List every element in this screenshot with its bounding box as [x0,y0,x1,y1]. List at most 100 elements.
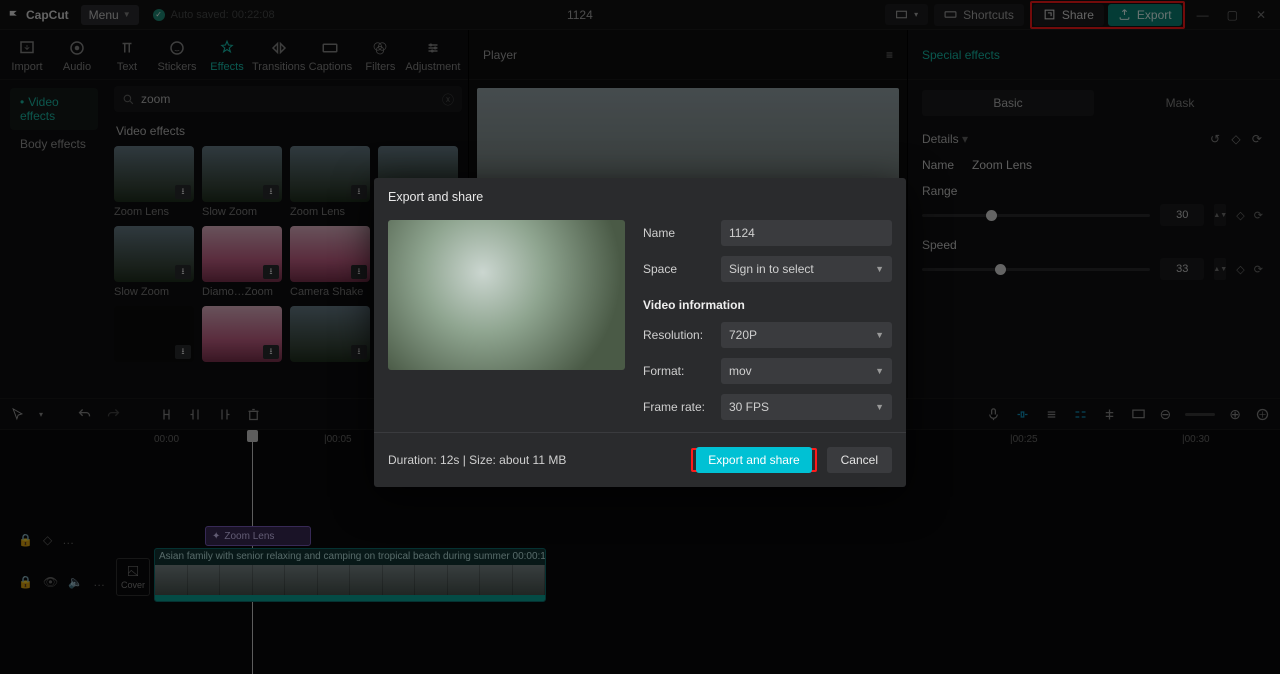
track-tool-1-icon[interactable] [1015,407,1030,422]
trim-left-icon[interactable] [188,407,203,422]
export-button[interactable]: Export [1108,4,1182,26]
effect-card[interactable]: ⭳Zoom Lens [114,146,194,218]
split-icon[interactable] [159,407,174,422]
cat-captions[interactable]: Captions [305,39,355,73]
effect-thumbnail[interactable]: ⭳ [290,226,370,282]
mute-icon[interactable]: 🔈 [68,575,83,589]
range-slider[interactable] [922,214,1150,217]
range-value[interactable]: 30 [1160,204,1204,226]
download-icon[interactable]: ⭳ [263,265,279,279]
zoom-slider[interactable] [1185,413,1215,416]
redo-icon[interactable] [106,407,121,422]
cat-stickers[interactable]: Stickers [152,39,202,73]
range-keyframe[interactable]: ◇ ⟳ [1236,209,1266,222]
download-icon[interactable]: ⭳ [351,185,367,199]
more-icon[interactable]: … [93,575,105,589]
range-stepper[interactable]: ▲▼ [1214,204,1226,226]
cat-import[interactable]: Import [2,39,52,73]
fit-icon[interactable] [1255,407,1270,422]
download-icon[interactable]: ⭳ [175,345,191,359]
effect-thumbnail[interactable]: ⭳ [202,226,282,282]
download-icon[interactable]: ⭳ [175,265,191,279]
tab-mask[interactable]: Mask [1094,90,1266,116]
track-tool-4-icon[interactable] [1102,407,1117,422]
cat-effects[interactable]: Effects [202,39,252,73]
effect-card[interactable]: ⭳Slow Zoom [114,226,194,298]
download-icon[interactable]: ⭳ [263,185,279,199]
effect-thumbnail[interactable]: ⭳ [202,306,282,362]
export-name-input[interactable] [721,220,892,246]
track-tool-2-icon[interactable] [1044,407,1059,422]
cat-adjustment[interactable]: Adjustment [405,39,460,73]
cancel-button[interactable]: Cancel [827,447,892,473]
effect-thumbnail[interactable]: ⭳ [114,306,194,362]
player-menu-icon[interactable]: ≡ [886,48,893,62]
effect-card[interactable]: ⭳Camera Shake [290,226,370,298]
close-button[interactable]: ✕ [1250,8,1272,22]
search-input[interactable] [141,92,436,106]
dialog-title: Export and share [374,178,906,208]
download-icon[interactable]: ⭳ [175,185,191,199]
video-clip[interactable]: Asian family with senior relaxing and ca… [154,548,546,602]
format-select[interactable]: mov▼ [721,358,892,384]
search-box[interactable]: ⓧ [114,86,462,112]
share-button[interactable]: Share [1033,4,1104,26]
effect-clip[interactable]: ✦ Zoom Lens [205,526,311,546]
cat-text[interactable]: Text [102,39,152,73]
sidebar-video-effects[interactable]: •Video effects [10,88,98,130]
details-actions[interactable]: ↺ ◇ ⟳ [1210,132,1266,146]
mic-icon[interactable] [986,407,1001,422]
effect-thumbnail[interactable]: ⭳ [114,226,194,282]
speed-stepper[interactable]: ▲▼ [1214,258,1226,280]
effect-card[interactable]: ⭳Slow Zoom [202,146,282,218]
lock-icon[interactable]: 🔒 [18,533,33,547]
effect-card[interactable]: ⭳ [202,306,282,362]
sidebar-body-effects[interactable]: Body effects [10,130,98,158]
preview-icon[interactable] [1131,407,1146,422]
effect-card[interactable]: ⭳ [290,306,370,362]
clear-icon[interactable]: ⓧ [442,91,454,108]
pointer-icon[interactable] [10,407,25,422]
aspect-ratio-button[interactable]: ▾ [885,4,928,25]
cat-audio[interactable]: Audio [52,39,102,73]
zoom-out-icon[interactable]: ⊖ [1160,406,1172,423]
visibility-icon[interactable]: ◇ [43,533,52,547]
ruler-tick: |00:05 [324,434,352,445]
resolution-select[interactable]: 720P▼ [721,322,892,348]
effect-thumbnail[interactable]: ⭳ [290,306,370,362]
menu-button[interactable]: Menu ▼ [81,5,139,25]
maximize-button[interactable]: ▢ [1221,8,1244,22]
trim-right-icon[interactable] [217,407,232,422]
visibility-icon[interactable]: 👁 [43,575,58,589]
download-icon[interactable]: ⭳ [351,345,367,359]
export-and-share-button[interactable]: Export and share [696,447,811,473]
zoom-in-icon[interactable]: ⊕ [1229,406,1241,423]
undo-icon[interactable] [77,407,92,422]
minimize-button[interactable]: — [1191,8,1215,22]
mute-icon[interactable]: … [62,533,74,547]
search-icon [122,93,135,106]
effect-thumbnail[interactable]: ⭳ [114,146,194,202]
effect-card[interactable]: ⭳Zoom Lens [290,146,370,218]
space-select[interactable]: Sign in to select▼ [721,256,892,282]
track-tool-3-icon[interactable] [1073,407,1088,422]
shortcuts-button[interactable]: Shortcuts [934,4,1024,26]
download-icon[interactable]: ⭳ [263,345,279,359]
effect-thumbnail[interactable]: ⭳ [290,146,370,202]
framerate-select[interactable]: 30 FPS▼ [721,394,892,420]
cover-button[interactable]: Cover [116,558,150,596]
tool-chevron[interactable]: ▾ [39,410,43,419]
effect-card[interactable]: ⭳Diamo…Zoom [202,226,282,298]
cat-transitions[interactable]: Transitions [252,39,305,73]
speed-slider[interactable] [922,268,1150,271]
tab-basic[interactable]: Basic [922,90,1094,116]
speed-keyframe[interactable]: ◇ ⟳ [1236,263,1266,276]
lock-icon[interactable]: 🔒 [18,575,33,589]
details-header[interactable]: Details ▾ ↺ ◇ ⟳ [908,126,1280,152]
download-icon[interactable]: ⭳ [351,265,367,279]
speed-value[interactable]: 33 [1160,258,1204,280]
cat-filters[interactable]: Filters [355,39,405,73]
effect-thumbnail[interactable]: ⭳ [202,146,282,202]
delete-icon[interactable] [246,407,261,422]
effect-card[interactable]: ⭳ [114,306,194,362]
